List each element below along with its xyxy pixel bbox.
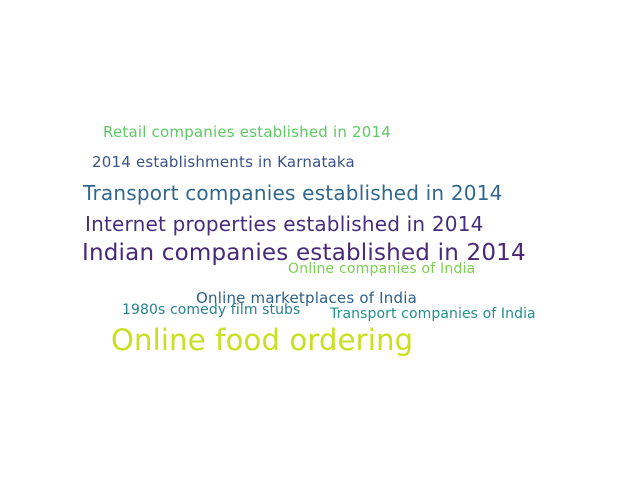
word-cloud: Retail companies established in 2014 201… [0,0,640,480]
word-internet-properties-2014: Internet properties established in 2014 [85,212,484,236]
word-2014-establishments-karnataka: 2014 establishments in Karnataka [92,153,355,171]
word-online-food-ordering: Online food ordering [111,323,414,357]
word-1980s-comedy-film-stubs: 1980s comedy film stubs [122,302,301,318]
word-retail-companies-2014: Retail companies established in 2014 [103,123,392,141]
word-transport-companies-india: Transport companies of India [330,306,536,322]
word-online-companies-india: Online companies of India [288,261,476,277]
word-transport-companies-2014: Transport companies established in 2014 [83,181,503,205]
